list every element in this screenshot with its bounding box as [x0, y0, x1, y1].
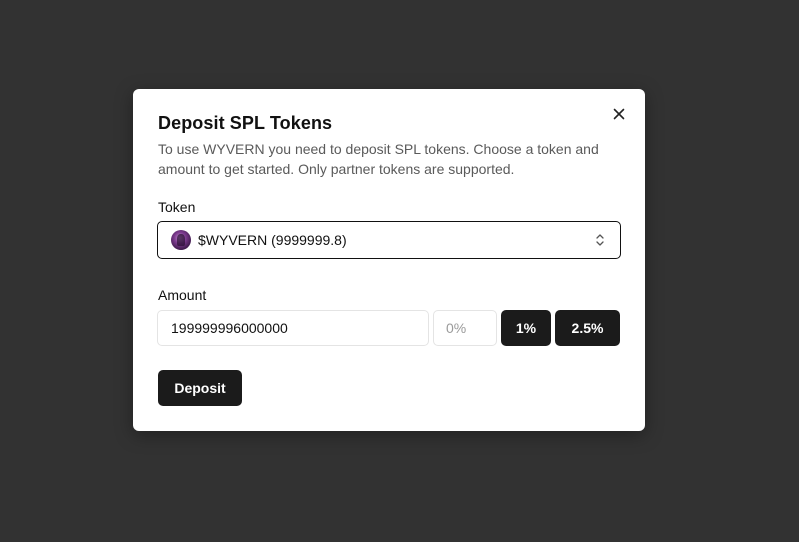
amount-input[interactable]: [157, 310, 429, 346]
token-label: Token: [158, 199, 196, 215]
deposit-dialog: Deposit SPL Tokens To use WYVERN you nee…: [133, 89, 645, 431]
token-select[interactable]: $WYVERN (9999999.8): [157, 221, 621, 259]
preset-2-5-percent-button[interactable]: 2.5%: [555, 310, 620, 346]
preset-1-percent-button[interactable]: 1%: [501, 310, 551, 346]
dialog-title: Deposit SPL Tokens: [158, 113, 333, 133]
dialog-description: To use WYVERN you need to deposit SPL to…: [158, 141, 599, 177]
close-icon: [613, 108, 625, 120]
token-avatar: [171, 230, 191, 250]
percent-input[interactable]: [433, 310, 497, 346]
chevron-up-down-icon: [596, 234, 604, 246]
deposit-button[interactable]: Deposit: [158, 370, 242, 406]
token-select-value: $WYVERN (9999999.8): [198, 232, 347, 248]
amount-label: Amount: [158, 287, 207, 303]
close-button[interactable]: [610, 105, 628, 123]
